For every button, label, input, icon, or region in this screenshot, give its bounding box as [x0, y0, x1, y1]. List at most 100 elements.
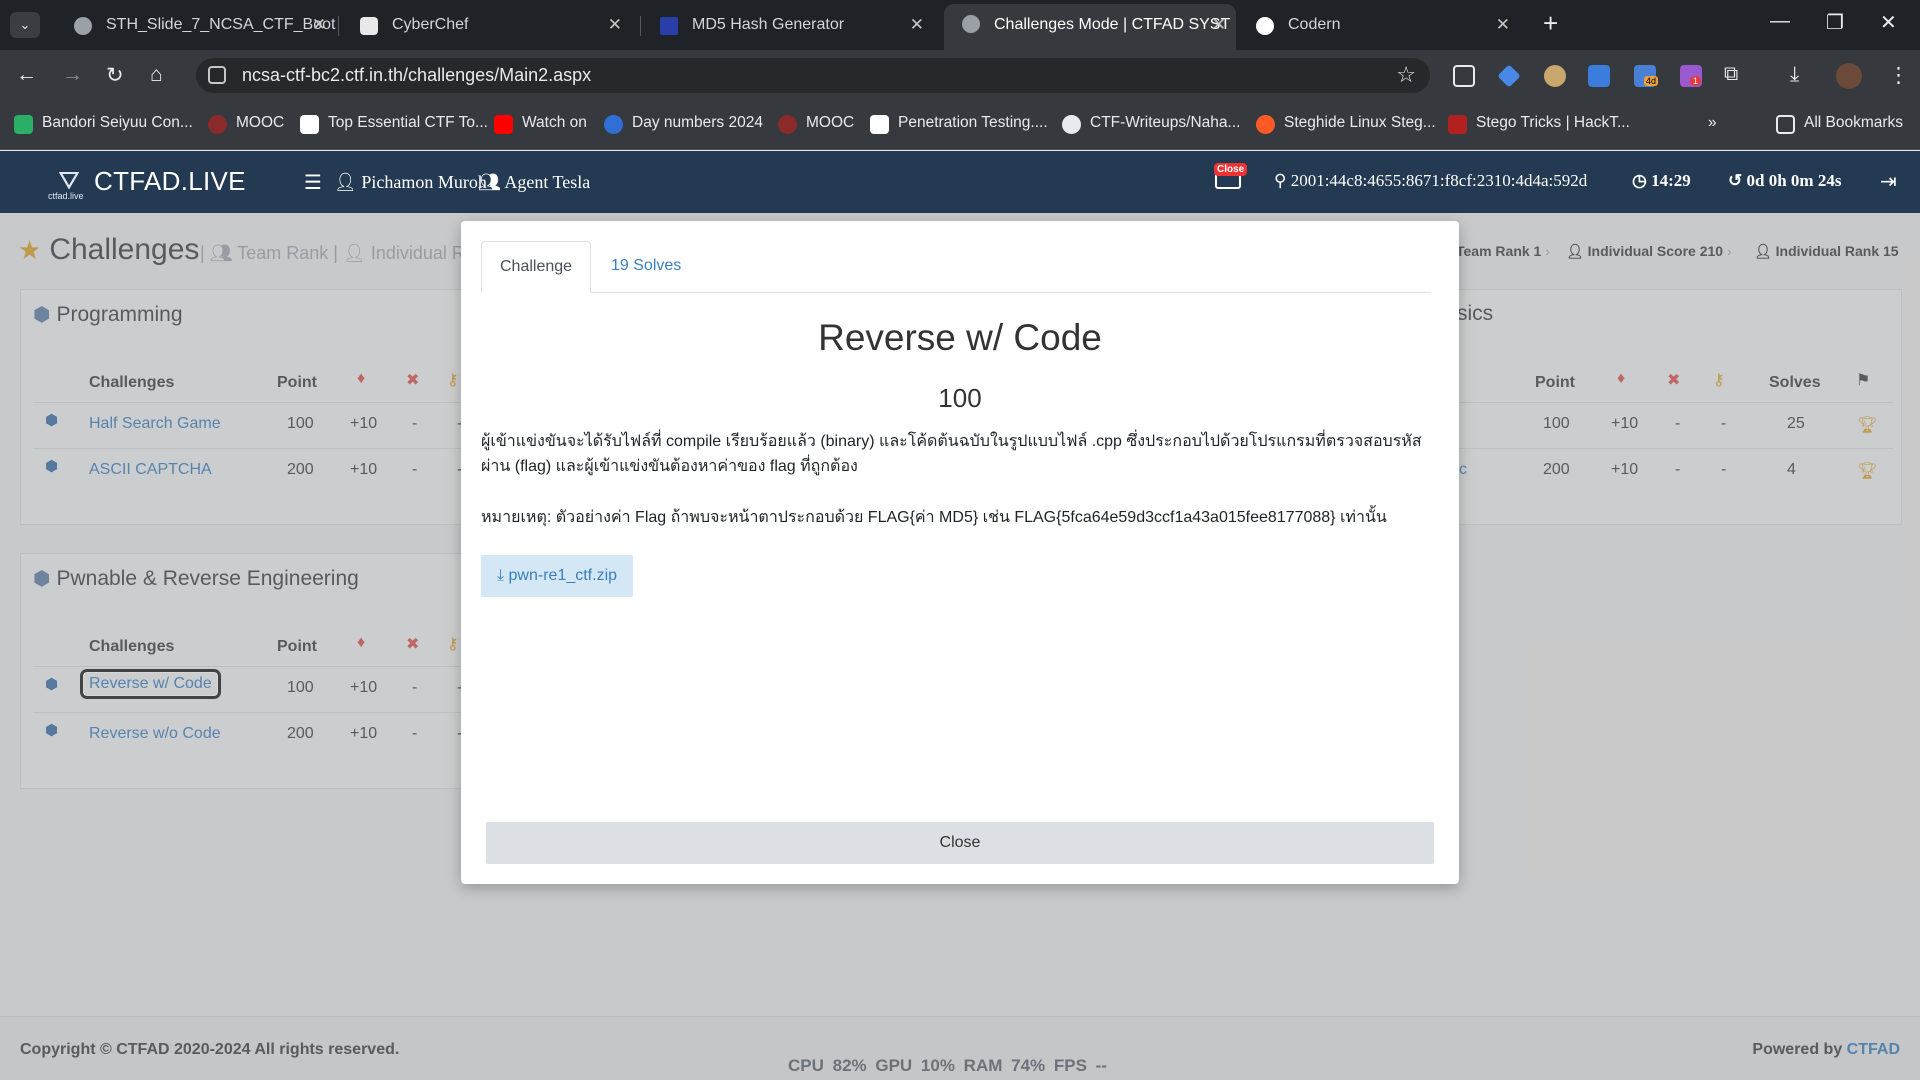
close-tab-icon[interactable]: ✕ — [608, 6, 622, 44]
tab-separator — [338, 16, 339, 36]
translate-icon[interactable] — [1588, 65, 1610, 87]
tab-codern[interactable]: Codern ✕ — [1238, 6, 1520, 44]
challenge-modal: Challenge 19 Solves Reverse w/ Code 100 … — [461, 221, 1459, 884]
elapsed-timer: ↺ 0d 0h 0m 24s — [1728, 171, 1841, 191]
globe-icon — [962, 15, 980, 33]
extension-calendar-icon[interactable]: 4d — [1634, 65, 1659, 87]
modal-tabs: Challenge 19 Solves — [481, 241, 1431, 293]
codern-icon — [1256, 17, 1274, 35]
bookmark-label: Bandori Seiyuu Con... — [42, 114, 193, 131]
tab-title: CyberChef — [392, 16, 469, 33]
close-tab-icon[interactable]: ✕ — [1496, 6, 1510, 44]
bookmark-label: MOOC — [236, 114, 285, 131]
download-icon[interactable]: ⤓ — [1790, 63, 1799, 87]
hamburger-menu-icon[interactable]: ☰ — [304, 170, 322, 195]
close-tab-icon[interactable]: ✕ — [910, 6, 924, 44]
bookmark-label: CTF-Writeups/Naha... — [1090, 114, 1241, 131]
team-name-text: Agent Tesla — [504, 172, 591, 192]
user-name[interactable]: 👤︎ Pichamon Muroh — [334, 172, 487, 193]
bookmarks-bar: Bandori Seiyuu Con... MOOC Top Essential… — [0, 100, 1920, 150]
close-button[interactable]: Close — [486, 822, 1434, 864]
bookmark-star-icon[interactable]: ☆ — [1396, 62, 1416, 88]
bookmark-label: Watch on — [522, 114, 587, 131]
bookmark-item[interactable]: Watch on — [494, 114, 587, 134]
close-tab-icon[interactable]: ✕ — [1212, 4, 1226, 46]
profile-avatar[interactable] — [1836, 63, 1862, 89]
site-info-icon[interactable] — [208, 66, 226, 84]
history-icon: ↺ — [1728, 171, 1743, 190]
bookmark-label: Day numbers 2024 — [632, 114, 763, 131]
home-icon[interactable]: ⌂ — [150, 63, 163, 87]
forward-icon[interactable]: → — [62, 63, 83, 87]
extension-teams-icon[interactable]: 1 — [1680, 65, 1702, 87]
tab-title: Challenges Mode | CTFAD SYST — [994, 16, 1231, 33]
medium-icon — [870, 115, 889, 134]
url-text[interactable]: ncsa-ctf-bc2.ctf.in.th/challenges/Main2.… — [242, 65, 591, 86]
extension-badge: 4d — [1644, 76, 1659, 86]
tab-search-button[interactable]: ⌄ — [10, 12, 40, 38]
bookmarks-overflow-icon[interactable]: » — [1708, 114, 1717, 132]
clock-icon: ◷ — [1632, 171, 1647, 190]
logout-icon[interactable]: ⇥ — [1880, 169, 1897, 194]
all-bookmarks-label: All Bookmarks — [1804, 114, 1904, 131]
bookmark-item[interactable]: MOOC — [778, 114, 855, 134]
restore-icon[interactable]: ❐ — [1826, 10, 1844, 35]
bookmark-item[interactable]: Top Essential CTF To... — [300, 114, 488, 134]
clock-text: 14:29 — [1651, 171, 1691, 190]
close-tab-icon[interactable]: ✕ — [312, 6, 326, 44]
new-tab-button[interactable]: + — [1543, 8, 1558, 39]
bookmark-label: Steghide Linux Steg... — [1284, 114, 1436, 131]
close-window-icon[interactable]: ✕ — [1880, 10, 1897, 35]
mooc-shield-icon — [778, 115, 797, 134]
youtube-icon — [494, 115, 513, 134]
bookmark-item[interactable]: Penetration Testing.... — [870, 114, 1048, 134]
all-bookmarks-button[interactable]: All Bookmarks — [1776, 114, 1904, 134]
bookmark-label: Top Essential CTF To... — [328, 114, 488, 131]
extension-badge: 1 — [1690, 76, 1702, 86]
tab-solves[interactable]: 19 Solves — [593, 241, 699, 293]
medium-icon — [300, 115, 319, 134]
tab-md5-generator[interactable]: MD5 Hash Generator ✕ — [642, 6, 934, 44]
team-icon: 👥︎ — [478, 172, 501, 192]
tab-separator — [640, 16, 641, 36]
bookmark-item[interactable]: Day numbers 2024 — [604, 114, 763, 134]
tab-challenge[interactable]: Challenge — [481, 241, 592, 293]
bookmark-label: Penetration Testing.... — [898, 114, 1048, 131]
bookmark-label: Stego Tricks | HackT... — [1476, 114, 1630, 131]
reload-icon[interactable]: ↻ — [106, 63, 124, 88]
tab-cyberchef[interactable]: CyberChef ✕ — [342, 6, 632, 44]
location-pin-icon: ⚲ — [1274, 171, 1287, 190]
hacktricks-icon — [1448, 115, 1467, 134]
minimize-icon[interactable]: — — [1770, 10, 1790, 33]
tab-challenges-mode[interactable]: Challenges Mode | CTFAD SYST ✕ — [944, 4, 1236, 50]
menu-kebab-icon[interactable]: ⋮ — [1888, 63, 1909, 88]
address-bar[interactable]: ncsa-ctf-bc2.ctf.in.th/challenges/Main2.… — [196, 58, 1430, 93]
extension-layers-icon[interactable] — [1497, 64, 1521, 88]
bookmark-item[interactable]: Stego Tricks | HackT... — [1448, 114, 1630, 134]
challenge-note: หมายเหตุ: ตัวอย่างค่า Flag ถ้าพบจะหน้าตา… — [481, 509, 1387, 526]
reddit-icon — [1256, 115, 1275, 134]
calendar-365-icon — [604, 115, 623, 134]
team-name[interactable]: 👥︎ Agent Tesla — [478, 172, 590, 193]
mooc-shield-icon — [208, 115, 227, 134]
top-navbar: ⛛ ctfad.live CTFAD.LIVE ☰ 👤︎ Pichamon Mu… — [0, 151, 1920, 213]
sidebar-icon[interactable] — [1453, 65, 1475, 87]
bookmark-item[interactable]: MOOC — [208, 114, 285, 134]
brand-name[interactable]: CTFAD.LIVE — [94, 166, 246, 197]
bookmark-label: MOOC — [806, 114, 855, 131]
extension-mask-icon[interactable] — [1544, 65, 1566, 87]
tab-title: STH_Slide_7_NCSA_CTF_Bootca — [106, 16, 336, 33]
bookmark-item[interactable]: Steghide Linux Steg... — [1256, 114, 1436, 134]
timer-text: 0d 0h 0m 24s — [1746, 171, 1842, 190]
browser-tabstrip: ⌄ STH_Slide_7_NCSA_CTF_Bootca ✕ CyberChe… — [0, 0, 1920, 50]
browser-toolbar: ← → ↻ ⌂ ncsa-ctf-bc2.ctf.in.th/challenge… — [0, 50, 1920, 100]
bookmark-item[interactable]: CTF-Writeups/Naha... — [1062, 114, 1241, 134]
back-icon[interactable]: ← — [16, 63, 37, 87]
chef-hat-icon — [360, 17, 378, 35]
challenge-description: ผู้เข้าแข่งขันจะได้รับไฟล์ที่ compile เร… — [481, 433, 1422, 475]
extensions-puzzle-icon[interactable]: ⧉ — [1724, 63, 1738, 86]
tab-sth-slide[interactable]: STH_Slide_7_NCSA_CTF_Bootca ✕ — [56, 6, 336, 44]
ip-address: ⚲ 2001:44c8:4655:8671:f8cf:2310:4d4a:592… — [1274, 171, 1587, 191]
download-file-button[interactable]: ⤓ pwn-re1_ctf.zip — [481, 555, 634, 597]
bookmark-item[interactable]: Bandori Seiyuu Con... — [14, 114, 193, 134]
